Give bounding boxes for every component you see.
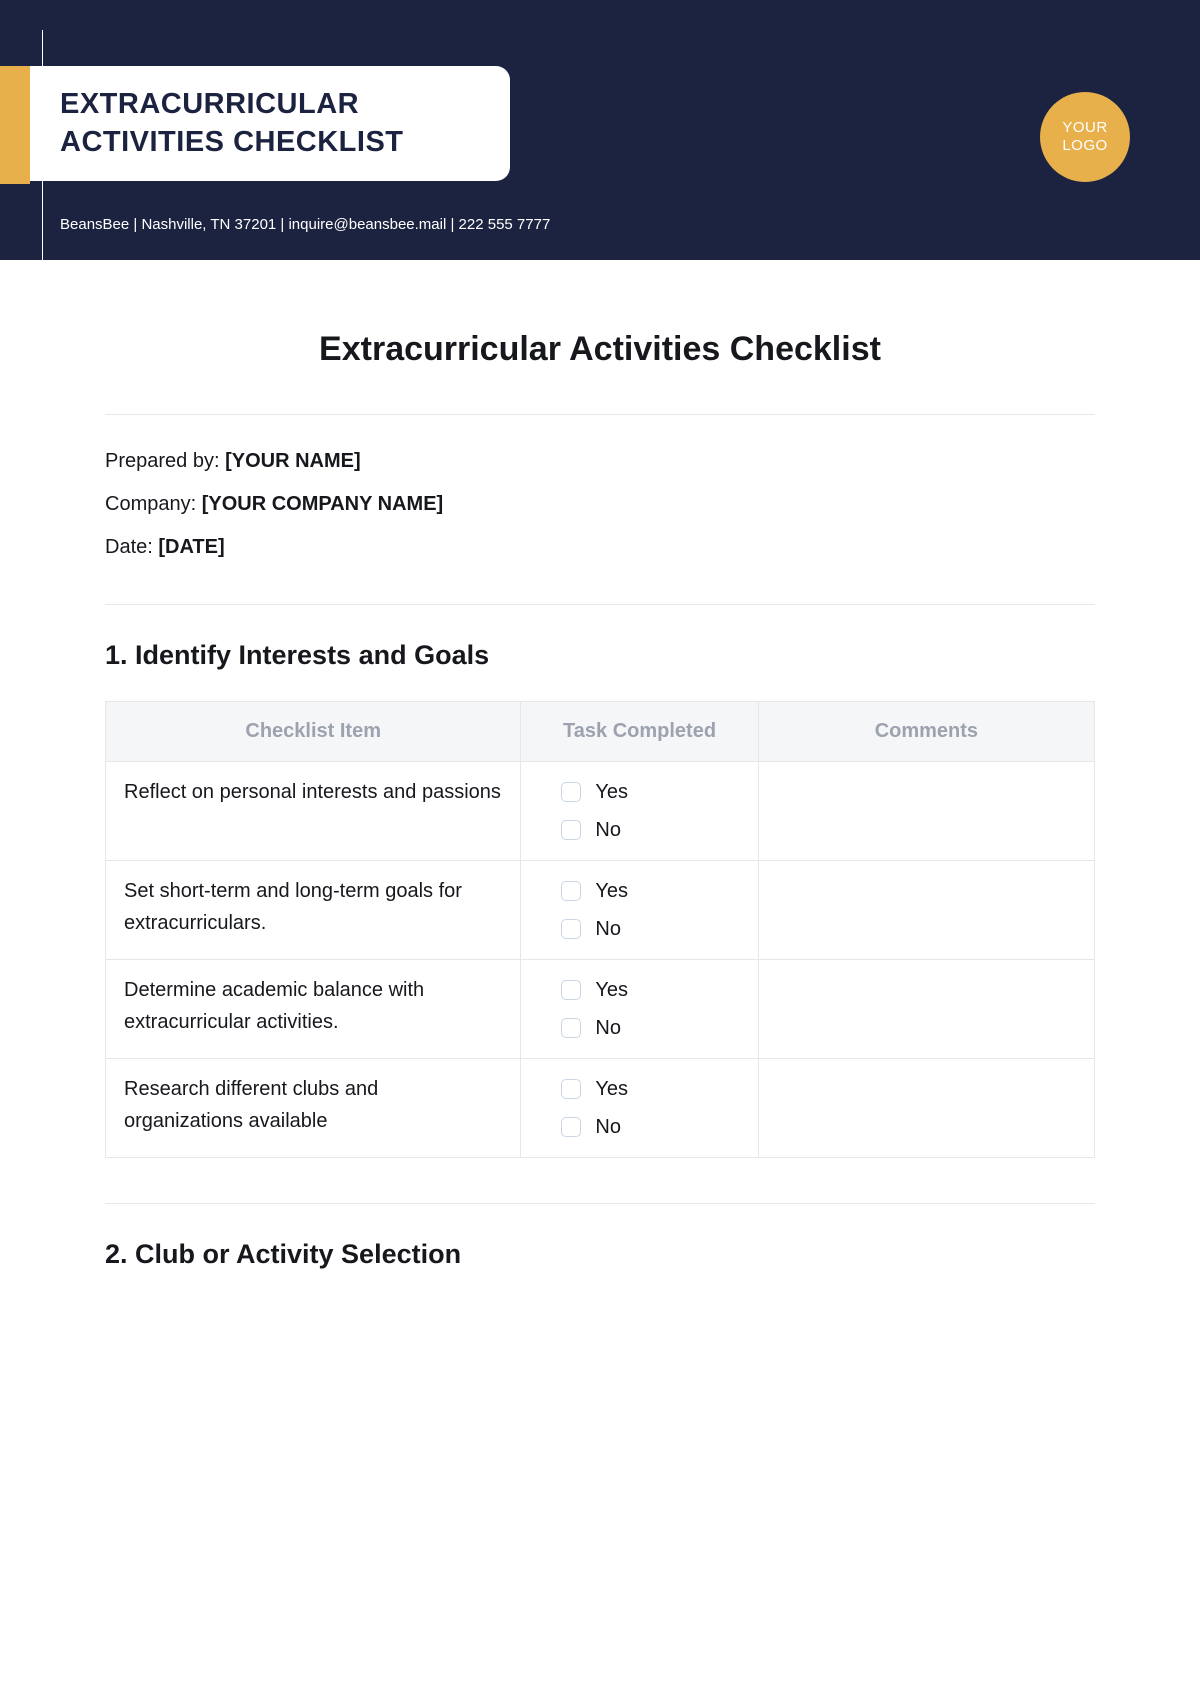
section-1-title: 1. Identify Interests and Goals (105, 640, 1095, 671)
divider (105, 1203, 1095, 1204)
checkbox-icon[interactable] (561, 919, 581, 939)
logo-text-line1: YOUR (1062, 119, 1107, 137)
table-row: Set short-term and long-term goals for e… (106, 861, 1095, 960)
col-header-comments: Comments (758, 702, 1094, 762)
contact-info: BeansBee | Nashville, TN 37201 | inquire… (60, 216, 550, 233)
task-completed-cell: Yes No (521, 762, 758, 861)
title-box: EXTRACURRICULAR ACTIVITIES CHECKLIST (30, 66, 510, 181)
checklist-item-cell: Set short-term and long-term goals for e… (106, 861, 521, 960)
checkbox-icon[interactable] (561, 782, 581, 802)
document-header: EXTRACURRICULAR ACTIVITIES CHECKLIST Bea… (0, 0, 1200, 260)
checkbox-icon[interactable] (561, 820, 581, 840)
no-label: No (595, 1012, 621, 1044)
header-title-line1: EXTRACURRICULAR (60, 88, 359, 120)
no-option[interactable]: No (561, 913, 739, 945)
yes-label: Yes (595, 1073, 628, 1105)
divider (105, 414, 1095, 415)
prepared-by-row: Prepared by: [YOUR NAME] (105, 450, 1095, 473)
meta-section: Prepared by: [YOUR NAME] Company: [YOUR … (105, 450, 1095, 559)
table-row: Reflect on personal interests and passio… (106, 762, 1095, 861)
no-label: No (595, 1111, 621, 1143)
comments-cell[interactable] (758, 960, 1094, 1059)
yes-label: Yes (595, 776, 628, 808)
checklist-item-cell: Research different clubs and organizatio… (106, 1059, 521, 1158)
no-label: No (595, 913, 621, 945)
no-option[interactable]: No (561, 814, 739, 846)
prepared-by-label: Prepared by: (105, 450, 225, 472)
yes-label: Yes (595, 875, 628, 907)
checklist-table: Checklist Item Task Completed Comments R… (105, 701, 1095, 1158)
prepared-by-value: [YOUR NAME] (225, 450, 361, 472)
checklist-item-cell: Determine academic balance with extracur… (106, 960, 521, 1059)
yes-option[interactable]: Yes (561, 875, 739, 907)
header-title-line2: ACTIVITIES CHECKLIST (60, 126, 404, 158)
comments-cell[interactable] (758, 1059, 1094, 1158)
section-2-title: 2. Club or Activity Selection (105, 1239, 1095, 1270)
logo-text-line2: LOGO (1062, 137, 1107, 155)
table-row: Research different clubs and organizatio… (106, 1059, 1095, 1158)
divider (105, 604, 1095, 605)
task-completed-cell: Yes No (521, 861, 758, 960)
checkbox-icon[interactable] (561, 1079, 581, 1099)
task-completed-cell: Yes No (521, 960, 758, 1059)
no-option[interactable]: No (561, 1111, 739, 1143)
date-label: Date: (105, 536, 158, 558)
date-value: [DATE] (158, 536, 224, 558)
header-title: EXTRACURRICULAR ACTIVITIES CHECKLIST (60, 86, 480, 161)
checkbox-icon[interactable] (561, 1117, 581, 1137)
checkbox-icon[interactable] (561, 881, 581, 901)
no-option[interactable]: No (561, 1012, 739, 1044)
logo-placeholder: YOUR LOGO (1040, 92, 1130, 182)
company-row: Company: [YOUR COMPANY NAME] (105, 493, 1095, 516)
comments-cell[interactable] (758, 861, 1094, 960)
document-content: Extracurricular Activities Checklist Pre… (0, 260, 1200, 1270)
date-row: Date: [DATE] (105, 536, 1095, 559)
checkbox-icon[interactable] (561, 980, 581, 1000)
no-label: No (595, 814, 621, 846)
task-completed-cell: Yes No (521, 1059, 758, 1158)
yes-label: Yes (595, 974, 628, 1006)
table-header-row: Checklist Item Task Completed Comments (106, 702, 1095, 762)
gold-accent-bar (0, 66, 30, 184)
col-header-item: Checklist Item (106, 702, 521, 762)
main-title: Extracurricular Activities Checklist (105, 330, 1095, 369)
table-row: Determine academic balance with extracur… (106, 960, 1095, 1059)
yes-option[interactable]: Yes (561, 1073, 739, 1105)
checkbox-icon[interactable] (561, 1018, 581, 1038)
yes-option[interactable]: Yes (561, 974, 739, 1006)
company-label: Company: (105, 493, 202, 515)
yes-option[interactable]: Yes (561, 776, 739, 808)
comments-cell[interactable] (758, 762, 1094, 861)
company-value: [YOUR COMPANY NAME] (202, 493, 443, 515)
col-header-task: Task Completed (521, 702, 758, 762)
checklist-item-cell: Reflect on personal interests and passio… (106, 762, 521, 861)
